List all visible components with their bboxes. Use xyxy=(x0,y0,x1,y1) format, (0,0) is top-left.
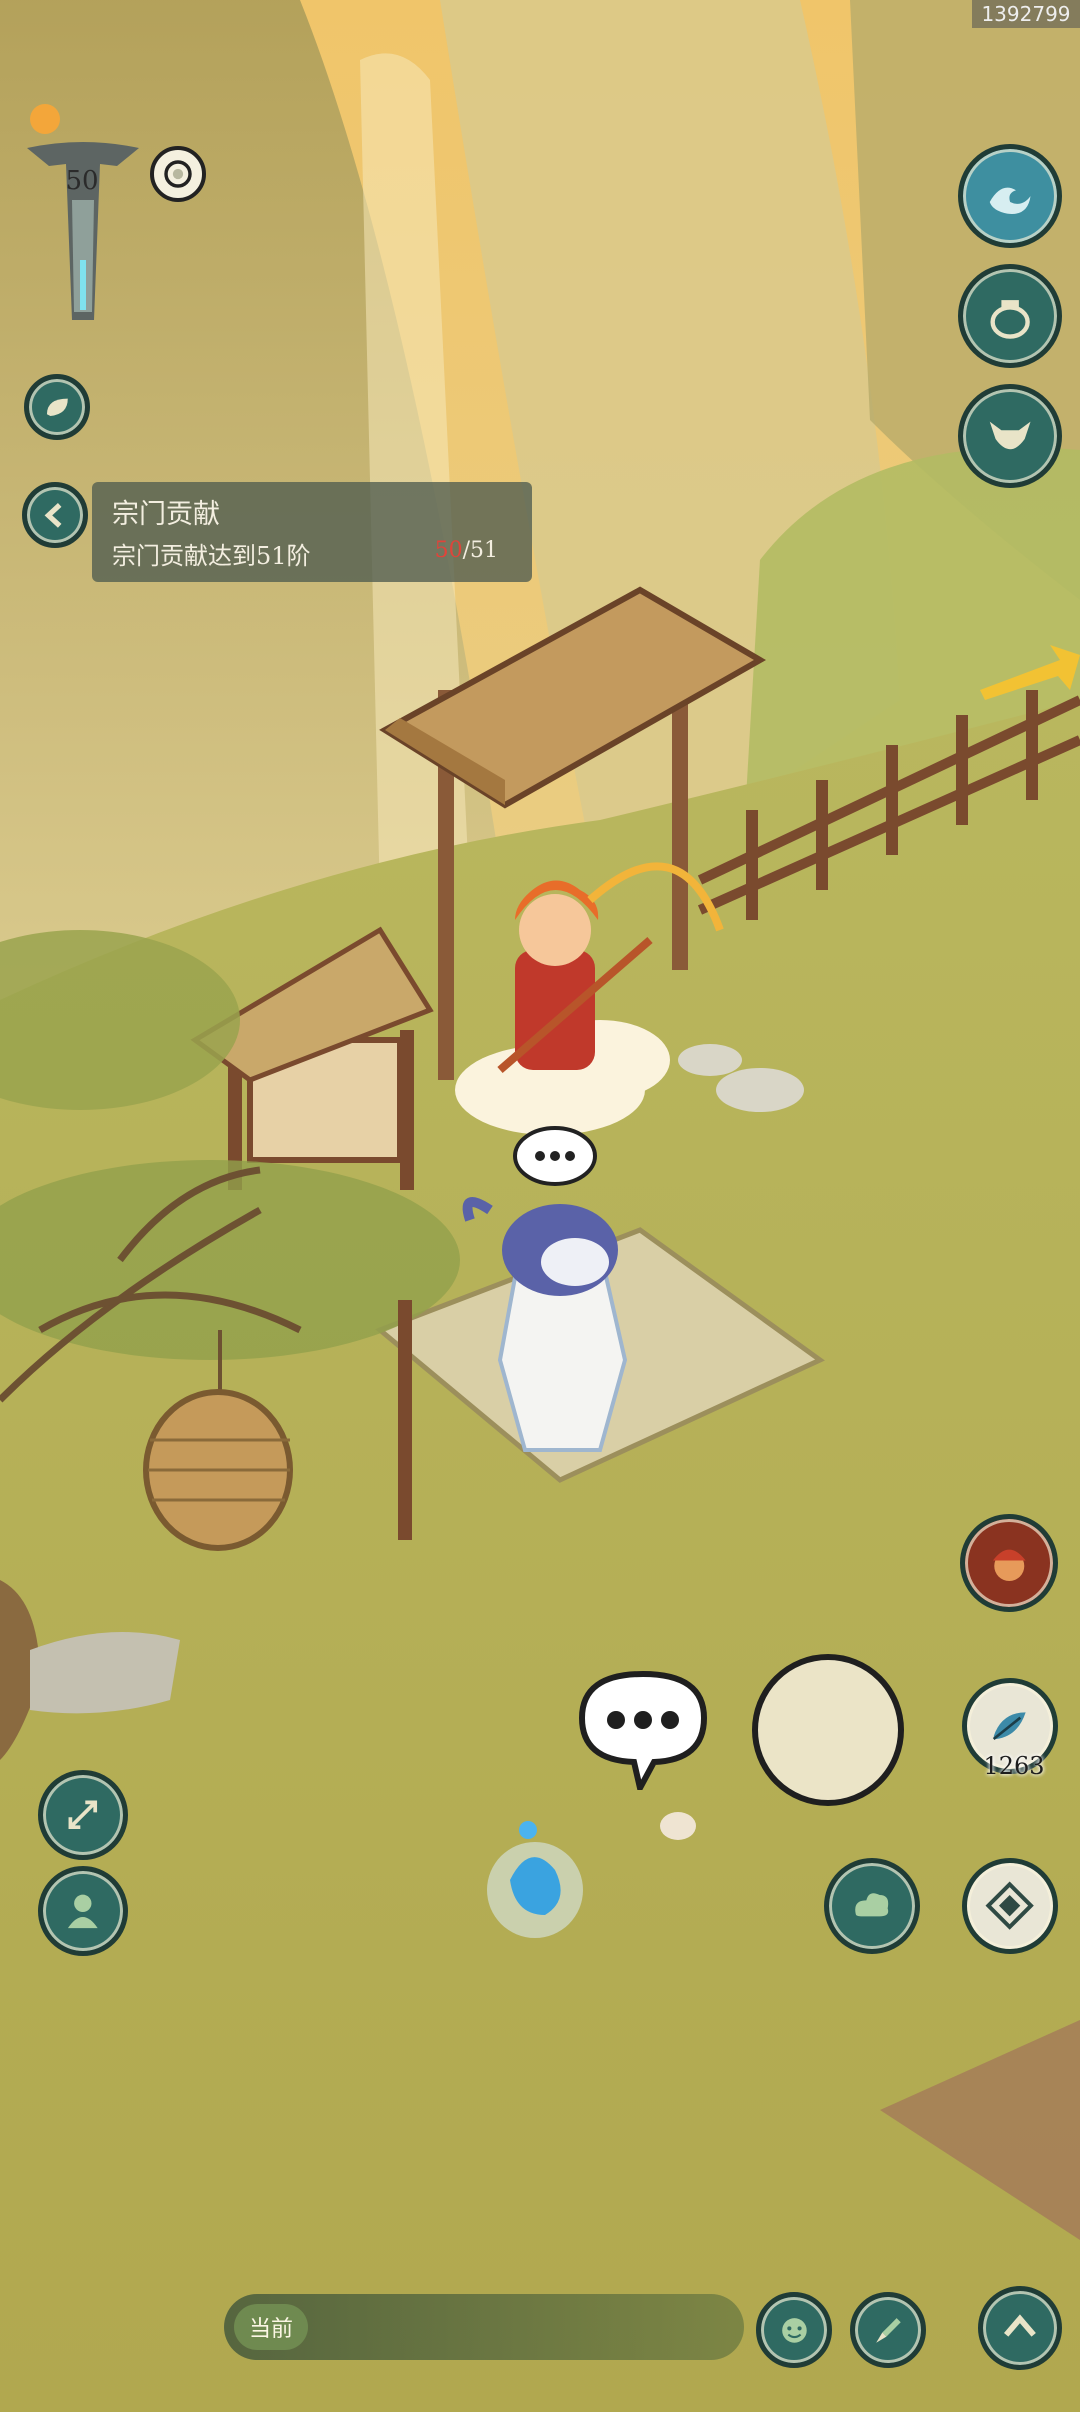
bag-icon xyxy=(990,299,1030,339)
chat-bar[interactable]: 当前 xyxy=(224,2294,744,2360)
sun-dot-icon xyxy=(30,104,60,134)
item-count: 1263 xyxy=(983,1752,1045,1780)
level-number: 50 xyxy=(65,166,99,196)
ox-mask-button[interactable] xyxy=(958,384,1062,488)
character-button[interactable] xyxy=(38,1866,128,1956)
quest-description: 宗门贡献达到51阶 xyxy=(112,542,311,570)
leaf-button[interactable] xyxy=(24,374,90,440)
uid-label: 1392799 xyxy=(972,0,1080,28)
brush-button[interactable] xyxy=(850,2292,926,2368)
emoji-button[interactable] xyxy=(756,2292,832,2368)
fullscreen-icon xyxy=(68,1800,98,1830)
expand-up-button[interactable] xyxy=(978,2286,1062,2370)
chat-channel-tag[interactable]: 当前 xyxy=(234,2304,308,2350)
cloud-icon xyxy=(855,1893,889,1917)
talk-button[interactable] xyxy=(576,1668,710,1790)
bag-button[interactable] xyxy=(958,264,1062,368)
game-scene xyxy=(0,0,1080,2412)
water-wave-icon xyxy=(989,187,1031,214)
compass-button[interactable] xyxy=(962,1858,1058,1954)
quest-progress-total: /51 xyxy=(462,538,498,563)
action-button[interactable] xyxy=(752,1654,904,1806)
quest-progress-current: 50 xyxy=(434,538,463,563)
ox-mask-icon xyxy=(989,421,1031,450)
cloud-skill-button[interactable] xyxy=(824,1858,920,1954)
fullscreen-button[interactable] xyxy=(38,1770,128,1860)
emoji-icon xyxy=(781,2317,807,2343)
level-emblem[interactable]: 50 xyxy=(22,96,144,322)
compass-icon xyxy=(985,1881,1035,1931)
monkey-portrait-icon xyxy=(992,1549,1026,1581)
character-icon xyxy=(68,1894,98,1929)
collapse-arrow-icon xyxy=(44,502,62,528)
brush-icon xyxy=(875,2317,901,2343)
quest-tracker[interactable]: 宗门贡献 宗门贡献达到51阶 50/51 xyxy=(92,482,532,582)
quest-progress: 50/51 xyxy=(435,538,498,563)
leaf-icon xyxy=(46,398,68,416)
up-arrow-icon xyxy=(1004,2314,1036,2337)
feather-icon xyxy=(993,1712,1026,1741)
quest-title: 宗门贡献 xyxy=(112,499,220,530)
quest-collapse-button[interactable] xyxy=(22,482,88,548)
swirl-icon[interactable] xyxy=(150,146,206,202)
water-button[interactable] xyxy=(958,144,1062,248)
monkey-portrait-button[interactable] xyxy=(960,1514,1058,1612)
